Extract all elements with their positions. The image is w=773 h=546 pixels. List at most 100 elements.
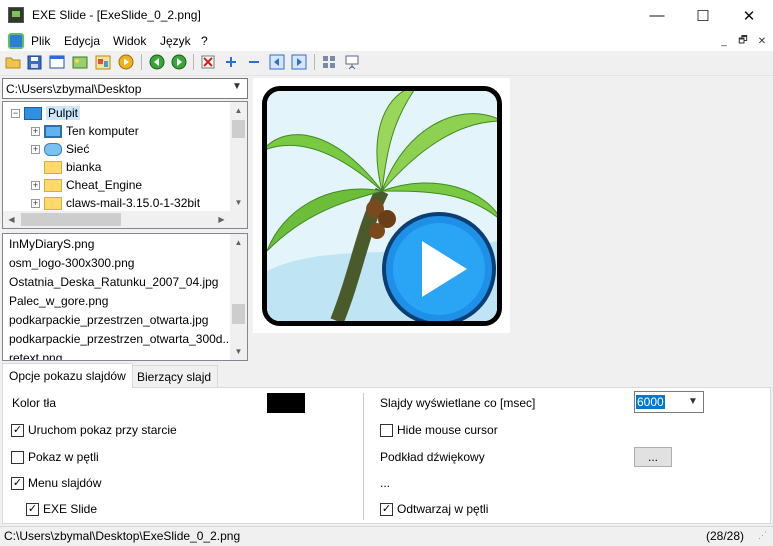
tree-horizontal-scrollbar[interactable]: ◀ ▶ [3,211,247,228]
background-sound-label: Podkład dźwiękowy [380,450,485,464]
tree-item-label: Sieć [66,142,90,156]
tree-item-label: Cheat_Engine [66,178,143,192]
tab-current-slide[interactable]: Bierzący slajd [130,365,219,387]
scroll-thumb[interactable] [232,304,245,324]
exe-slide-checkbox[interactable]: ✓ [26,503,39,516]
start-on-launch-checkbox[interactable]: ✓ [11,424,24,437]
tree-item-label: Pulpit [46,106,81,120]
chevron-down-icon[interactable]: ▼ [232,81,242,92]
scroll-left-icon[interactable]: ◀ [3,211,20,228]
folder-tree[interactable]: − Pulpit + Ten komputer + Sieć bianka + … [2,101,248,229]
expand-icon[interactable]: + [31,144,40,154]
scroll-down-icon[interactable]: ▼ [230,343,247,360]
image-edit-icon[interactable] [71,53,89,71]
mdi-close-button[interactable]: ✕ [754,34,770,48]
options-divider [363,393,364,520]
next-green-icon[interactable] [170,53,188,71]
menu-help[interactable]: ? [201,34,208,48]
scroll-right-icon[interactable]: ▶ [213,211,230,228]
slide-thumbnail[interactable] [262,86,502,326]
expand-icon[interactable]: + [31,198,40,208]
tree-item-desktop[interactable]: − Pulpit [11,104,81,122]
list-item[interactable]: osm_logo-300x300.png [9,256,134,275]
close-button[interactable]: ✕ [726,0,772,31]
collapse-icon[interactable]: − [11,108,20,118]
list-item[interactable]: retext.png [9,351,62,360]
list-item[interactable]: podkarpackie_przestrzen_otwarta_300d... [9,332,232,351]
tree-item-claws-mail[interactable]: + claws-mail-3.15.0-1-32bit [31,194,200,212]
menu-edit[interactable]: Edycja [64,34,100,48]
loop-show-checkbox[interactable] [11,451,24,464]
expand-icon[interactable]: + [31,126,40,136]
list-item[interactable]: Ostatnia_Deska_Ratunku_2007_04.jpg [9,275,218,294]
tree-item-bianka[interactable]: bianka [44,158,101,176]
list-item[interactable]: podkarpackie_przestrzen_otwarta.jpg [9,313,208,332]
background-color-swatch[interactable] [267,393,305,413]
exe-slide-label: EXE Slide [43,502,98,516]
background-color-label: Kolor tła [12,396,57,410]
folder-icon [44,160,62,174]
toolbar-separator [314,54,315,70]
slide-duration-label: Slajdy wyświetlane co [msec] [380,396,536,410]
file-list[interactable]: InMyDiaryS.png osm_logo-300x300.png Osta… [2,233,248,361]
toolbar-separator [193,54,194,70]
zoom-in-icon[interactable] [222,53,240,71]
tree-vertical-scrollbar[interactable]: ▲ ▼ [230,102,247,211]
document-icon[interactable] [8,33,24,49]
hide-cursor-label: Hide mouse cursor [397,423,498,437]
status-count: (28/28) [706,529,745,543]
delete-image-icon[interactable] [199,53,217,71]
previous-icon[interactable] [268,53,286,71]
prev-green-icon[interactable] [148,53,166,71]
scroll-up-icon[interactable]: ▲ [230,102,247,119]
save-icon[interactable] [25,53,43,71]
expand-icon[interactable]: + [31,180,40,190]
open-folder-icon[interactable] [4,53,22,71]
browse-sound-button[interactable]: ... [634,447,672,467]
tree-item-label: claws-mail-3.15.0-1-32bit [66,196,201,210]
window-title: EXE Slide - [ExeSlide_0_2.png] [32,8,201,22]
chevron-down-icon[interactable]: ▼ [688,396,698,407]
mdi-minimize-button[interactable]: _ [716,34,732,48]
tree-item-computer[interactable]: + Ten komputer [31,122,139,140]
palm-tree-play-image [267,91,497,321]
scroll-up-icon[interactable]: ▲ [230,234,247,251]
files-vertical-scrollbar[interactable]: ▲ ▼ [230,234,247,360]
hide-cursor-checkbox[interactable] [380,424,393,437]
tab-slideshow-options[interactable]: Opcje pokazu slajdów [2,363,133,388]
menu-file[interactable]: Plik [31,34,50,48]
desktop-icon [24,106,42,120]
folder-icon [44,178,62,192]
scroll-down-icon[interactable]: ▼ [230,194,247,211]
maximize-button[interactable]: ☐ [680,0,726,31]
resize-grip-icon[interactable]: ⋰ [758,530,770,542]
slideshow-icon[interactable] [343,53,361,71]
scroll-thumb[interactable] [21,213,121,226]
start-on-launch-label: Uruchom pokaz przy starcie [28,423,177,437]
tree-item-cheat-engine[interactable]: + Cheat_Engine [31,176,142,194]
sound-file-value: ... [380,476,391,490]
list-item[interactable]: InMyDiaryS.png [9,237,94,256]
window-icon[interactable] [48,53,66,71]
menu-view[interactable]: Widok [113,34,146,48]
tree-item-label: Ten komputer [66,124,139,138]
minimize-button[interactable]: — [634,0,680,31]
gallery-icon[interactable] [94,53,112,71]
play-loop-checkbox[interactable]: ✓ [380,503,393,516]
loop-show-label: Pokaz w pętli [28,450,99,464]
path-combo-value: C:\Users\zbymal\Desktop [6,82,142,96]
play-icon[interactable] [117,53,135,71]
mdi-restore-button[interactable]: 🗗 [735,34,751,48]
menu-language[interactable]: Język [160,34,191,48]
thumbnails-icon[interactable] [320,53,338,71]
zoom-out-icon[interactable] [245,53,263,71]
status-path: C:\Users\zbymal\Desktop\ExeSlide_0_2.png [4,529,241,543]
tree-item-network[interactable]: + Sieć [31,140,89,158]
toolbar [0,51,773,76]
scroll-thumb[interactable] [232,120,245,138]
app-icon [8,7,24,23]
folder-icon [44,196,62,210]
slide-menu-checkbox[interactable]: ✓ [11,477,24,490]
next-icon[interactable] [290,53,308,71]
list-item[interactable]: Palec_w_gore.png [9,294,108,313]
